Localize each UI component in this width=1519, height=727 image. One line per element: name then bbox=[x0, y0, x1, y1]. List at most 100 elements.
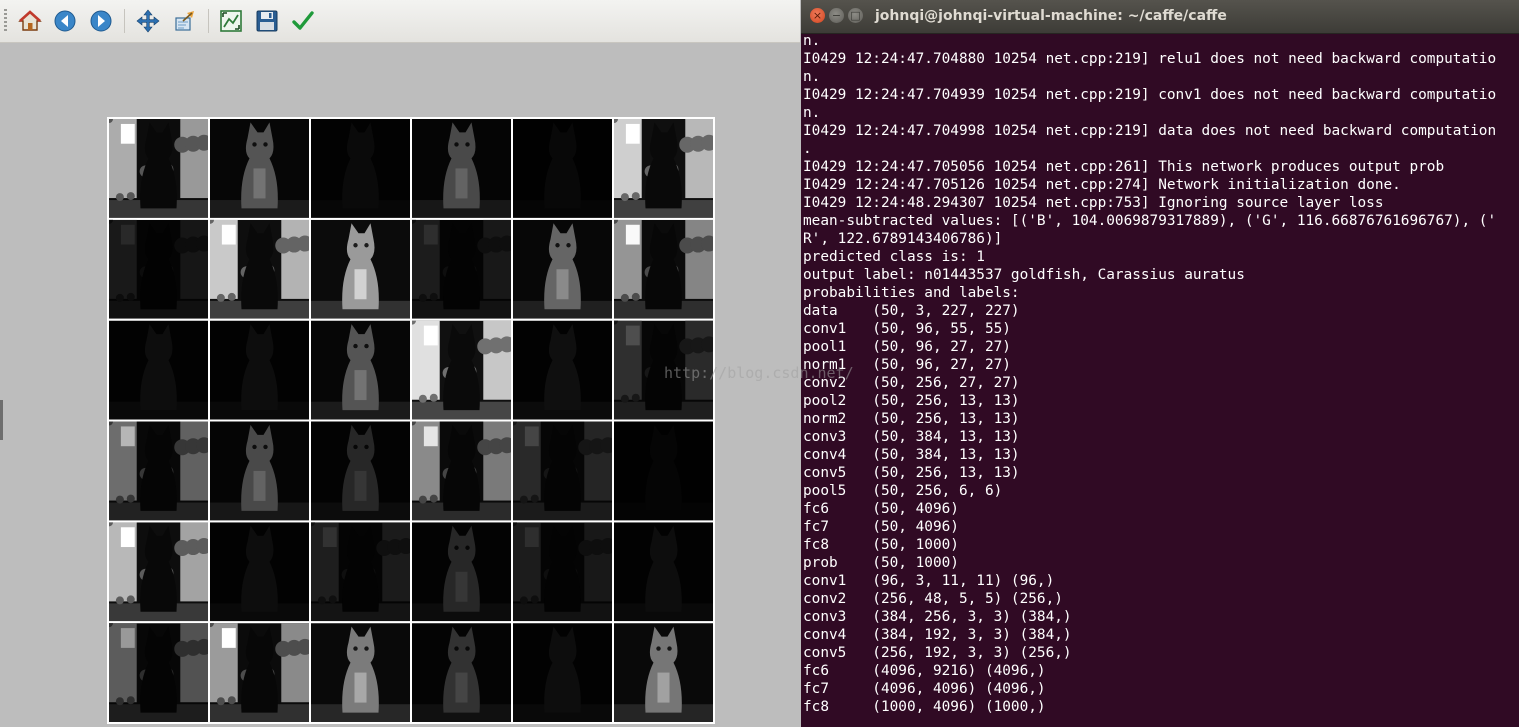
feature-map-tile bbox=[614, 623, 713, 722]
terminal-line: n. bbox=[803, 105, 821, 121]
feature-map-tile bbox=[614, 219, 713, 319]
terminal-line: data (50, 3, 227, 227) bbox=[803, 303, 1020, 319]
back-button[interactable] bbox=[52, 8, 78, 34]
feature-map-tile bbox=[311, 219, 410, 319]
close-window-button[interactable]: × bbox=[810, 8, 825, 23]
feature-map-tile bbox=[109, 219, 208, 319]
home-icon bbox=[18, 10, 42, 31]
feature-map-grid bbox=[109, 119, 713, 722]
terminal-line: I0429 12:24:47.704939 10254 net.cpp:219]… bbox=[803, 87, 1497, 103]
terminal-line: fc6 (4096, 9216) (4096,) bbox=[803, 663, 1046, 679]
feature-map-tile bbox=[614, 320, 713, 420]
back-arrow-icon bbox=[54, 10, 76, 32]
toolbar-grip-handle[interactable] bbox=[4, 9, 7, 33]
terminal-line: I0429 12:24:48.294307 10254 net.cpp:753]… bbox=[803, 195, 1384, 211]
terminal-line: I0429 12:24:47.704880 10254 net.cpp:219]… bbox=[803, 51, 1497, 67]
terminal-titlebar[interactable]: × − □ johnqi@johnqi-virtual-machine: ~/c… bbox=[801, 0, 1519, 34]
terminal-line: fc6 (50, 4096) bbox=[803, 501, 959, 517]
save-button[interactable] bbox=[254, 8, 280, 34]
feature-map-tile bbox=[109, 421, 208, 521]
terminal-line: conv4 (50, 384, 13, 13) bbox=[803, 447, 1020, 463]
terminal-line: prob (50, 1000) bbox=[803, 555, 959, 571]
terminal-window: × − □ johnqi@johnqi-virtual-machine: ~/c… bbox=[801, 0, 1519, 727]
feature-map-tile bbox=[412, 320, 511, 420]
terminal-line: fc7 (50, 4096) bbox=[803, 519, 959, 535]
pan-button[interactable] bbox=[135, 8, 161, 34]
terminal-title: johnqi@johnqi-virtual-machine: ~/caffe/c… bbox=[875, 8, 1227, 24]
feature-map-tile bbox=[109, 623, 208, 722]
feature-map-tile bbox=[210, 219, 309, 319]
terminal-line: conv3 (50, 384, 13, 13) bbox=[803, 429, 1020, 445]
matplotlib-toolbar bbox=[0, 0, 800, 43]
feature-map-tile bbox=[614, 522, 713, 622]
floppy-save-icon bbox=[256, 10, 278, 32]
terminal-line: mean-subtracted values: [('B', 104.00698… bbox=[803, 213, 1497, 229]
terminal-line: pool2 (50, 256, 13, 13) bbox=[803, 393, 1020, 409]
feature-map-tile bbox=[513, 119, 612, 218]
terminal-line: fc8 (1000, 4096) (1000,) bbox=[803, 699, 1046, 715]
terminal-line: conv5 (50, 256, 13, 13) bbox=[803, 465, 1020, 481]
feature-map-tile bbox=[513, 623, 612, 722]
feature-map-tile bbox=[614, 421, 713, 521]
terminal-line: conv2 (256, 48, 5, 5) (256,) bbox=[803, 591, 1063, 607]
terminal-line: pool1 (50, 96, 27, 27) bbox=[803, 339, 1011, 355]
feature-map-tile bbox=[210, 320, 309, 420]
terminal-line: conv5 (256, 192, 3, 3) (256,) bbox=[803, 645, 1072, 661]
forward-button[interactable] bbox=[88, 8, 114, 34]
terminal-line: R', 122.6789143406786)] bbox=[803, 231, 1003, 247]
zoom-rect-icon bbox=[175, 11, 194, 31]
forward-arrow-icon bbox=[90, 10, 112, 32]
terminal-line: n. bbox=[803, 69, 821, 85]
terminal-line: norm1 (50, 96, 27, 27) bbox=[803, 357, 1011, 373]
feature-map-tile bbox=[109, 320, 208, 420]
terminal-line: fc7 (4096, 4096) (4096,) bbox=[803, 681, 1046, 697]
maximize-icon: □ bbox=[850, 9, 861, 22]
subplots-button[interactable] bbox=[218, 8, 244, 34]
toolbar-separator bbox=[208, 9, 209, 33]
minimize-icon: − bbox=[831, 9, 842, 22]
terminal-line: probabilities and labels: bbox=[803, 285, 1020, 301]
feature-map-tile bbox=[412, 119, 511, 218]
checkmark-edit-icon bbox=[292, 11, 314, 30]
window-edge-marker bbox=[0, 400, 3, 440]
terminal-line: I0429 12:24:47.705056 10254 net.cpp:261]… bbox=[803, 159, 1445, 175]
feature-map-tile bbox=[210, 522, 309, 622]
zoom-button[interactable] bbox=[172, 8, 198, 34]
feature-map-tile bbox=[412, 421, 511, 521]
feature-map-tile bbox=[412, 522, 511, 622]
pan-cross-icon bbox=[136, 9, 160, 33]
terminal-line: pool5 (50, 256, 6, 6) bbox=[803, 483, 1003, 499]
feature-map-tile bbox=[311, 623, 410, 722]
subplots-config-icon bbox=[220, 10, 242, 32]
terminal-line: . bbox=[803, 141, 812, 157]
feature-map-figure bbox=[107, 117, 715, 724]
matplotlib-window bbox=[0, 0, 800, 727]
feature-map-tile bbox=[210, 623, 309, 722]
close-icon: × bbox=[812, 9, 823, 22]
feature-map-tile bbox=[210, 421, 309, 521]
feature-map-tile bbox=[210, 119, 309, 218]
toolbar-separator bbox=[124, 9, 125, 33]
feature-map-tile bbox=[311, 119, 410, 218]
feature-map-tile bbox=[311, 522, 410, 622]
feature-map-tile bbox=[412, 219, 511, 319]
maximize-window-button[interactable]: □ bbox=[848, 8, 863, 23]
feature-map-tile bbox=[109, 522, 208, 622]
feature-map-tile bbox=[513, 522, 612, 622]
terminal-line: conv2 (50, 256, 27, 27) bbox=[803, 375, 1020, 391]
terminal-line: output label: n01443537 goldfish, Carass… bbox=[803, 267, 1245, 283]
home-button[interactable] bbox=[17, 8, 43, 34]
minimize-window-button[interactable]: − bbox=[829, 8, 844, 23]
feature-map-tile bbox=[311, 320, 410, 420]
terminal-line: I0429 12:24:47.705126 10254 net.cpp:274]… bbox=[803, 177, 1401, 193]
terminal-line: conv4 (384, 192, 3, 3) (384,) bbox=[803, 627, 1072, 643]
terminal-line: norm2 (50, 256, 13, 13) bbox=[803, 411, 1020, 427]
terminal-line: predicted class is: 1 bbox=[803, 249, 985, 265]
terminal-line: I0429 12:24:47.704998 10254 net.cpp:219]… bbox=[803, 123, 1497, 139]
terminal-output[interactable]: n. I0429 12:24:47.704880 10254 net.cpp:21… bbox=[803, 32, 1519, 727]
feature-map-tile bbox=[513, 421, 612, 521]
edit-parameters-button[interactable] bbox=[290, 8, 316, 34]
terminal-line: n. bbox=[803, 33, 821, 49]
feature-map-tile bbox=[109, 119, 208, 218]
terminal-line: fc8 (50, 1000) bbox=[803, 537, 959, 553]
